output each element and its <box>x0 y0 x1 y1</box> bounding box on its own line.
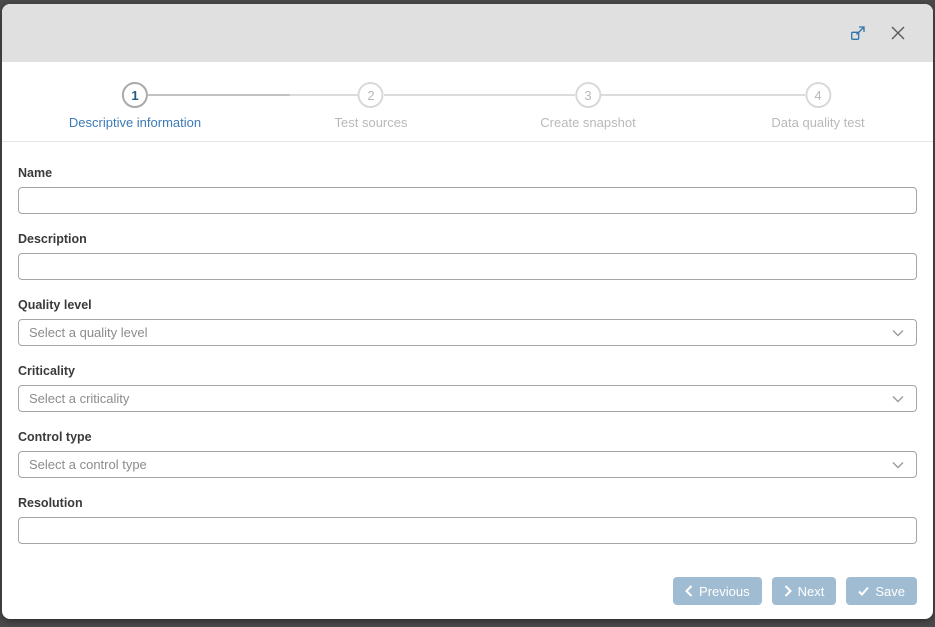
field-group-quality-level: Quality level Select a quality level <box>18 299 917 346</box>
save-button[interactable]: Save <box>846 577 917 605</box>
step-circle: 3 <box>575 82 601 108</box>
wizard-dialog: 1 Descriptive information 2 Test sources… <box>2 4 933 619</box>
next-button[interactable]: Next <box>771 577 837 605</box>
close-icon[interactable] <box>890 25 906 41</box>
field-group-resolution: Resolution <box>18 497 917 544</box>
maximize-icon[interactable] <box>850 25 866 41</box>
step-number: 1 <box>131 87 139 103</box>
quality-level-select[interactable]: Select a quality level <box>18 319 917 346</box>
step-descriptive-information[interactable]: 1 Descriptive information <box>69 82 201 130</box>
name-input[interactable] <box>18 187 917 214</box>
step-label: Create snapshot <box>540 115 636 130</box>
save-button-label: Save <box>875 583 905 599</box>
field-group-control-type: Control type Select a control type <box>18 431 917 478</box>
control-type-placeholder: Select a control type <box>29 457 147 472</box>
step-number: 2 <box>367 87 375 103</box>
field-group-criticality: Criticality Select a criticality <box>18 365 917 412</box>
step-circle: 4 <box>805 82 831 108</box>
criticality-select[interactable]: Select a criticality <box>18 385 917 412</box>
control-type-select[interactable]: Select a control type <box>18 451 917 478</box>
resolution-label: Resolution <box>18 496 83 510</box>
next-button-label: Next <box>797 583 825 599</box>
step-number: 3 <box>584 87 592 103</box>
chevron-left-icon <box>685 585 693 597</box>
resolution-input[interactable] <box>18 517 917 544</box>
chevron-right-icon <box>784 585 792 597</box>
step-circle: 2 <box>357 82 384 108</box>
wizard-stepper: 1 Descriptive information 2 Test sources… <box>2 62 933 142</box>
quality-level-placeholder: Select a quality level <box>29 325 148 340</box>
quality-level-label: Quality level <box>18 298 92 312</box>
chevron-down-icon <box>892 329 904 337</box>
check-icon <box>858 586 870 596</box>
criticality-label: Criticality <box>18 364 75 378</box>
step-label: Data quality test <box>771 115 865 130</box>
description-input[interactable] <box>18 253 917 280</box>
step-data-quality-test[interactable]: 4 Data quality test <box>771 82 865 130</box>
step-number: 4 <box>814 87 822 103</box>
step-create-snapshot[interactable]: 3 Create snapshot <box>540 82 636 130</box>
wizard-form: Name Description Quality level Select a … <box>2 142 933 567</box>
previous-button[interactable]: Previous <box>673 577 762 605</box>
dialog-titlebar <box>2 4 933 62</box>
wizard-footer: Previous Next Save <box>2 577 933 619</box>
chevron-down-icon <box>892 395 904 403</box>
step-test-sources[interactable]: 2 Test sources <box>334 82 408 130</box>
field-group-description: Description <box>18 233 917 280</box>
step-circle: 1 <box>122 82 148 108</box>
control-type-label: Control type <box>18 430 92 444</box>
field-group-name: Name <box>18 167 917 214</box>
step-label: Descriptive information <box>68 115 202 130</box>
previous-button-label: Previous <box>699 583 750 599</box>
criticality-placeholder: Select a criticality <box>29 391 130 406</box>
description-label: Description <box>18 232 87 246</box>
step-label: Test sources <box>334 115 408 130</box>
chevron-down-icon <box>892 461 904 469</box>
name-label: Name <box>18 166 53 180</box>
